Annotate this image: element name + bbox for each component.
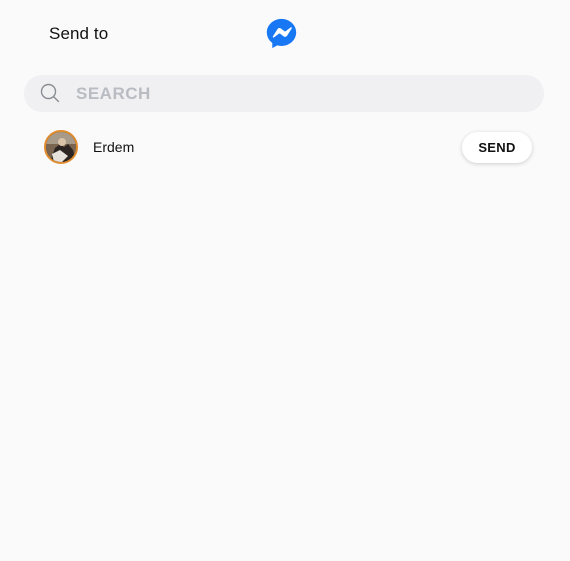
avatar[interactable]: [44, 130, 78, 164]
list-item[interactable]: Erdem SEND: [0, 126, 570, 168]
send-button[interactable]: SEND: [462, 132, 532, 163]
page-title: Send to: [49, 24, 109, 43]
header: Send to: [0, 0, 570, 70]
search-icon: [40, 83, 60, 103]
contact-name: Erdem: [93, 139, 135, 155]
search-bar[interactable]: [24, 75, 544, 112]
messenger-icon: [265, 17, 298, 50]
search-input[interactable]: [76, 75, 516, 112]
